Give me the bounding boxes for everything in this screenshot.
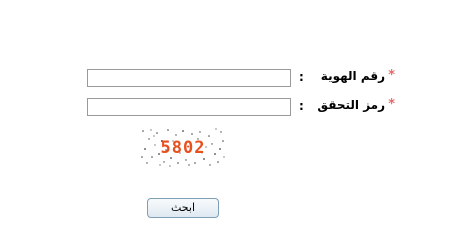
search-button[interactable]: ابحث [147,198,219,218]
verification-code-colon: : [299,99,304,113]
id-number-required-mark: * [388,68,395,83]
verification-code-required-mark: * [388,97,395,112]
verification-code-input[interactable] [87,98,291,116]
captcha-image: 5802 [140,127,225,167]
id-number-colon: : [299,70,304,84]
id-number-input[interactable] [87,69,291,87]
search-form: : رقم الهوية * : رمز التحقق * 5802 ابحث [0,0,460,248]
id-number-label: رقم الهوية [320,69,385,83]
verification-code-label: رمز التحقق [317,98,385,112]
captcha-text: 5802 [161,138,206,158]
